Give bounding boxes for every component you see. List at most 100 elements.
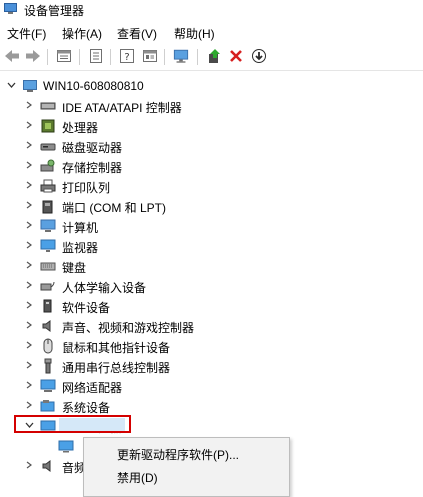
back-arrow-icon[interactable] [4, 48, 20, 64]
tree-item-label: 网络适配器 [62, 381, 123, 395]
tree-item[interactable]: 人体学输入设备 [0, 276, 423, 296]
tree-item[interactable]: 键盘 [0, 256, 423, 276]
context-menu: 更新驱动程序软件(P)... 禁用(D) [83, 437, 290, 497]
chevron-right-icon[interactable] [24, 160, 34, 170]
tree-item[interactable]: 监视器 [0, 236, 423, 256]
tree-item[interactable]: 鼠标和其他指针设备 [0, 336, 423, 356]
menu-help[interactable]: 帮助(H) [174, 25, 215, 42]
window-title: 设备管理器 [24, 4, 85, 18]
tree-item[interactable]: 端口 (COM 和 LPT) [0, 196, 423, 216]
tree-item-label: IDE ATA/ATAPI 控制器 [62, 101, 182, 115]
menu-view[interactable]: 查看(V) [117, 25, 157, 42]
software-device-icon [40, 298, 56, 314]
tree-item-label: 监视器 [62, 241, 99, 255]
processor-icon [40, 118, 56, 134]
toolbar-separator [164, 49, 165, 65]
device-manager-app-icon [4, 3, 17, 14]
tree-item-label: 端口 (COM 和 LPT) [62, 201, 166, 215]
tree-item[interactable]: 打印队列 [0, 176, 423, 196]
tree-item-label: 计算机 [62, 221, 99, 235]
tree-item[interactable]: IDE ATA/ATAPI 控制器 [0, 96, 423, 116]
title-bar: 设备管理器 [0, 0, 423, 20]
system-device-icon [40, 398, 56, 414]
chevron-right-icon[interactable] [24, 200, 34, 210]
tree-item-label: 鼠标和其他指针设备 [62, 341, 171, 355]
tree-item-label: 系统设备 [62, 401, 111, 415]
chevron-right-icon[interactable] [24, 240, 34, 250]
tree-item-label: 处理器 [62, 121, 99, 135]
speaker-icon [40, 318, 56, 334]
tree-item-label: 磁盘驱动器 [62, 141, 123, 155]
audio-icon [40, 458, 56, 474]
menu-file[interactable]: 文件(F) [7, 25, 46, 42]
chevron-right-icon[interactable] [24, 120, 34, 130]
tree-item[interactable]: 网络适配器 [0, 376, 423, 396]
toolbar-separator [110, 49, 111, 65]
usb-icon [40, 358, 56, 374]
root-computer-icon [22, 78, 38, 94]
disk-drive-icon [40, 138, 56, 154]
properties-icon[interactable] [56, 48, 72, 64]
chevron-right-icon[interactable] [24, 400, 34, 410]
forward-arrow-icon[interactable] [25, 48, 41, 64]
scan-download-icon[interactable] [251, 48, 267, 64]
tree-item[interactable]: 声音、视频和游戏控制器 [0, 316, 423, 336]
chevron-right-icon[interactable] [24, 260, 34, 270]
port-icon [40, 198, 56, 214]
chevron-down-icon[interactable] [6, 80, 16, 90]
tree-item-label: 存储控制器 [62, 161, 123, 175]
chevron-right-icon[interactable] [24, 280, 34, 290]
chevron-right-icon[interactable] [24, 380, 34, 390]
tree-item[interactable]: 存储控制器 [0, 156, 423, 176]
keyboard-icon [40, 258, 56, 274]
help-icon[interactable]: ? [119, 48, 135, 64]
printer-icon [40, 178, 56, 194]
toolbar: ? [0, 44, 423, 71]
hid-icon [40, 278, 56, 294]
tree-root-computer[interactable]: WIN10-608080810 [0, 76, 423, 96]
tree-item-label: 声音、视频和游戏控制器 [62, 321, 195, 335]
tree-item[interactable]: 通用串行总线控制器 [0, 356, 423, 376]
tree-item[interactable]: 系统设备 [0, 396, 423, 416]
chevron-right-icon[interactable] [24, 320, 34, 330]
chevron-right-icon[interactable] [24, 300, 34, 310]
tree-item-label: WIN10-608080810 [43, 79, 144, 93]
update-driver-icon[interactable] [206, 48, 222, 64]
storage-controller-icon [40, 158, 56, 174]
tree-item-label: 通用串行总线控制器 [62, 361, 171, 375]
context-menu-update-driver[interactable]: 更新驱动程序软件(P)... [117, 446, 239, 463]
monitor-icon[interactable] [173, 48, 189, 64]
menu-bar: 文件(F) 操作(A) 查看(V) 帮助(H) [0, 22, 423, 42]
device-list-icon[interactable] [88, 48, 104, 64]
chevron-right-icon[interactable] [24, 140, 34, 150]
tree-item-label: 键盘 [62, 261, 87, 275]
ide-controller-icon [40, 98, 56, 114]
tree-item[interactable]: 计算机 [0, 216, 423, 236]
toolbar-separator [79, 49, 80, 65]
red-annotation-box [14, 415, 131, 433]
menu-action[interactable]: 操作(A) [62, 25, 102, 42]
computer-icon [40, 218, 56, 234]
uninstall-x-icon[interactable] [228, 48, 244, 64]
tree-item-label: 软件设备 [62, 301, 111, 315]
device-tree: WIN10-608080810 IDE ATA/ATAPI 控制器 处理器磁盘驱动器… [0, 74, 423, 497]
view-icon[interactable] [142, 48, 158, 64]
network-adapter-icon [40, 378, 56, 394]
mouse-icon [40, 338, 56, 354]
display-adapter-child-icon [58, 438, 74, 454]
chevron-right-icon[interactable] [24, 360, 34, 370]
monitor-icon [40, 238, 56, 254]
toolbar-separator [197, 49, 198, 65]
chevron-right-icon[interactable] [24, 180, 34, 190]
svg-text:?: ? [124, 52, 129, 63]
chevron-right-icon[interactable] [24, 100, 34, 110]
tree-item[interactable]: 磁盘驱动器 [0, 136, 423, 156]
chevron-right-icon[interactable] [24, 460, 34, 470]
tree-item[interactable]: 软件设备 [0, 296, 423, 316]
tree-item-label: 人体学输入设备 [62, 281, 147, 295]
chevron-right-icon[interactable] [24, 220, 34, 230]
context-menu-disable[interactable]: 禁用(D) [117, 469, 158, 486]
chevron-right-icon[interactable] [24, 340, 34, 350]
toolbar-separator [47, 49, 48, 65]
tree-item[interactable]: 处理器 [0, 116, 423, 136]
